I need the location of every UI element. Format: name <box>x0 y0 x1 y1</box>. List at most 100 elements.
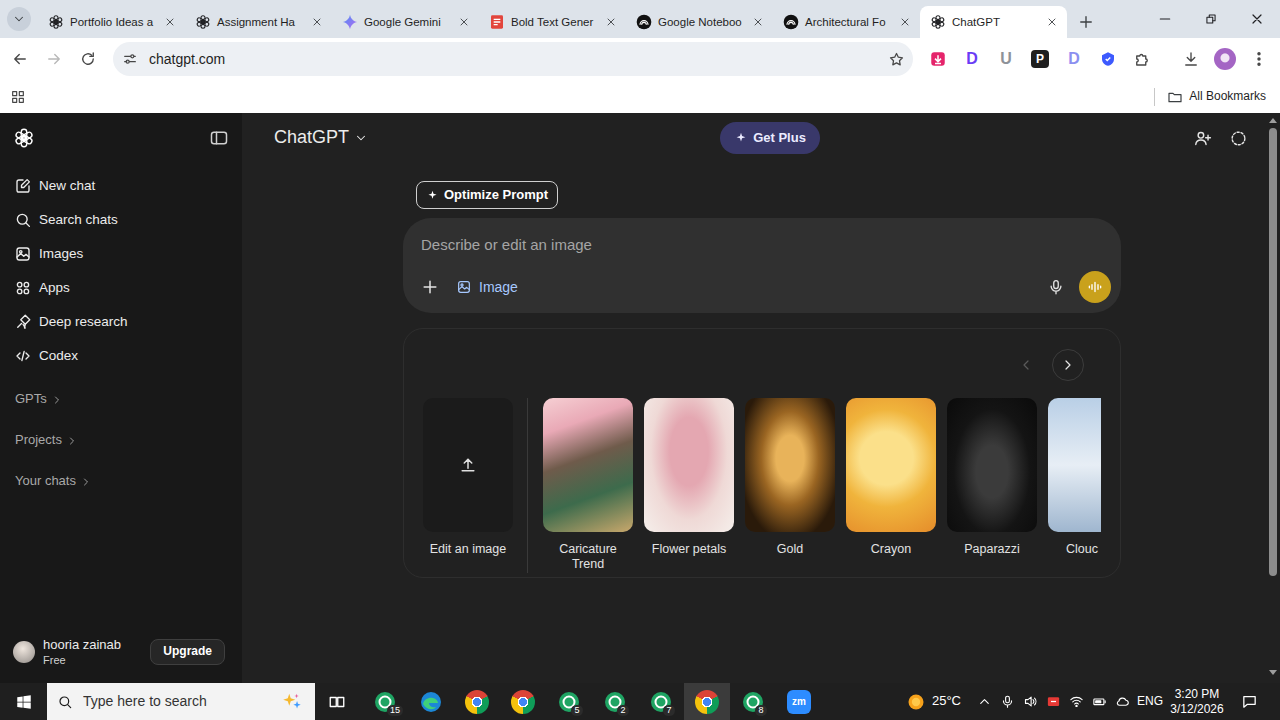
taskbar-app[interactable]: 5 <box>546 683 592 720</box>
taskbar-app[interactable]: 15 <box>362 683 408 720</box>
sidebar-section[interactable]: Projects <box>0 420 242 461</box>
gallery-prev-button[interactable] <box>1010 349 1042 381</box>
microphone-tray[interactable] <box>996 694 1019 709</box>
minimize-button[interactable] <box>1142 0 1188 38</box>
wifi-tray[interactable] <box>1065 694 1088 709</box>
sidebar-section[interactable]: GPTs <box>0 379 242 420</box>
sidebar-item[interactable]: Apps <box>6 271 236 305</box>
downloads-button[interactable] <box>1174 42 1208 76</box>
sidebar-item[interactable]: Deep research <box>6 305 236 339</box>
taskbar-app[interactable]: 7 <box>638 683 684 720</box>
speaker-tray[interactable] <box>1019 694 1042 709</box>
prompt-input[interactable] <box>421 233 1111 255</box>
weather-widget[interactable]: 25°C <box>906 692 961 712</box>
taskbar-search[interactable] <box>47 683 315 720</box>
battery-tray[interactable] <box>1088 694 1111 709</box>
clock[interactable]: 3:20 PM3/12/2026 <box>1166 687 1228 717</box>
taskbar-app[interactable]: 2 <box>592 683 638 720</box>
image-tool-chip[interactable]: Image <box>448 271 526 303</box>
gallery-item[interactable]: Gold <box>745 398 835 573</box>
new-tab-button[interactable] <box>1067 6 1105 38</box>
browser-tab[interactable]: ChatGPT <box>920 6 1067 38</box>
browser-tab[interactable]: Bold Text Gener <box>479 6 626 38</box>
scroll-thumb[interactable] <box>1269 128 1277 576</box>
close-tab-button[interactable] <box>749 13 767 31</box>
extension-button[interactable] <box>1125 42 1159 76</box>
browser-tab[interactable]: Google Gemini <box>332 6 479 38</box>
taskbar-app[interactable] <box>684 683 730 720</box>
address-bar[interactable]: chatgpt.com <box>113 42 913 76</box>
sidebar-item[interactable]: New chat <box>6 169 236 203</box>
extension-button[interactable]: D <box>955 42 989 76</box>
close-tab-button[interactable] <box>1043 13 1061 31</box>
model-switcher[interactable]: ChatGPT <box>274 126 368 149</box>
gallery-item[interactable]: Paparazzi <box>947 398 1037 573</box>
sidebar-section[interactable]: Your chats <box>0 461 242 502</box>
close-tab-button[interactable] <box>308 13 326 31</box>
back-button[interactable] <box>3 42 37 76</box>
sidebar-item-label: Codex <box>39 347 78 365</box>
gallery-item[interactable]: Clouc <box>1048 398 1101 573</box>
extension-button[interactable] <box>1091 42 1125 76</box>
show-hidden-tray[interactable] <box>973 694 996 709</box>
extension-button[interactable]: U <box>989 42 1023 76</box>
gallery-item[interactable]: Caricature Trend <box>543 398 633 573</box>
scrollbar[interactable] <box>1266 113 1280 683</box>
bookmark-star-button[interactable] <box>883 46 909 72</box>
close-tab-button[interactable] <box>602 13 620 31</box>
chatgpt-logo-icon[interactable] <box>13 127 35 149</box>
cloud-tray[interactable] <box>1111 694 1134 709</box>
apps-button[interactable] <box>1 80 35 114</box>
taskbar-app[interactable]: zm <box>776 683 822 720</box>
upgrade-button[interactable]: Upgrade <box>150 639 225 665</box>
close-tab-button[interactable] <box>896 13 914 31</box>
gallery-next-button[interactable] <box>1052 349 1084 381</box>
voice-mode-button[interactable] <box>1079 271 1111 303</box>
all-bookmarks-button[interactable]: All Bookmarks <box>1167 89 1266 105</box>
taskbar-app[interactable] <box>500 683 546 720</box>
extension-button[interactable] <box>921 42 955 76</box>
optimize-prompt-button[interactable]: Optimize Prompt <box>416 181 558 209</box>
browser-tab[interactable]: Portfolio Ideas a <box>38 6 185 38</box>
add-attachment-button[interactable] <box>413 270 447 304</box>
scroll-down-icon[interactable] <box>1269 670 1277 675</box>
get-plus-button[interactable]: Get Plus <box>720 122 820 154</box>
dictate-button[interactable] <box>1039 270 1073 304</box>
taskbar-app[interactable]: 8 <box>730 683 776 720</box>
input-language[interactable]: ENG <box>1134 694 1166 710</box>
upload-tile <box>423 398 513 532</box>
sidebar-item[interactable]: Search chats <box>6 203 236 237</box>
close-window-button[interactable] <box>1234 0 1280 38</box>
tab-search-button[interactable] <box>0 0 38 38</box>
browser-menu-button[interactable] <box>1242 42 1276 76</box>
gallery-item[interactable]: Crayon <box>846 398 936 573</box>
browser-tab[interactable]: Google Noteboo <box>626 6 773 38</box>
temporary-chat-button[interactable] <box>1220 120 1256 156</box>
taskbar-search-input[interactable] <box>83 692 269 710</box>
extension-button[interactable]: D <box>1057 42 1091 76</box>
site-info-button[interactable] <box>117 46 143 72</box>
gallery-item[interactable]: Flower petals <box>644 398 734 573</box>
browser-tab[interactable]: Architectural Fo <box>773 6 920 38</box>
close-tab-button[interactable] <box>161 13 179 31</box>
notifications-button[interactable] <box>1228 693 1270 710</box>
restore-button[interactable] <box>1188 0 1234 38</box>
reload-button[interactable] <box>71 42 105 76</box>
app-tray[interactable] <box>1042 694 1065 709</box>
collapse-sidebar-button[interactable] <box>201 120 237 156</box>
sidebar-item[interactable]: Codex <box>6 339 236 373</box>
task-view-button[interactable] <box>315 683 359 720</box>
scroll-up-icon[interactable] <box>1269 118 1277 123</box>
browser-tab[interactable]: Assignment Ha <box>185 6 332 38</box>
user-account[interactable]: hooria zainabFreeUpgrade <box>0 624 242 680</box>
gallery-item[interactable]: Edit an image <box>423 398 513 573</box>
extension-button[interactable]: P <box>1023 42 1057 76</box>
close-tab-button[interactable] <box>455 13 473 31</box>
sidebar-item[interactable]: Images <box>6 237 236 271</box>
forward-button[interactable] <box>37 42 71 76</box>
taskbar-app[interactable] <box>454 683 500 720</box>
taskbar-app[interactable] <box>408 683 454 720</box>
start-button[interactable] <box>0 683 47 720</box>
share-button[interactable] <box>1184 120 1220 156</box>
profile-button[interactable] <box>1208 42 1242 76</box>
